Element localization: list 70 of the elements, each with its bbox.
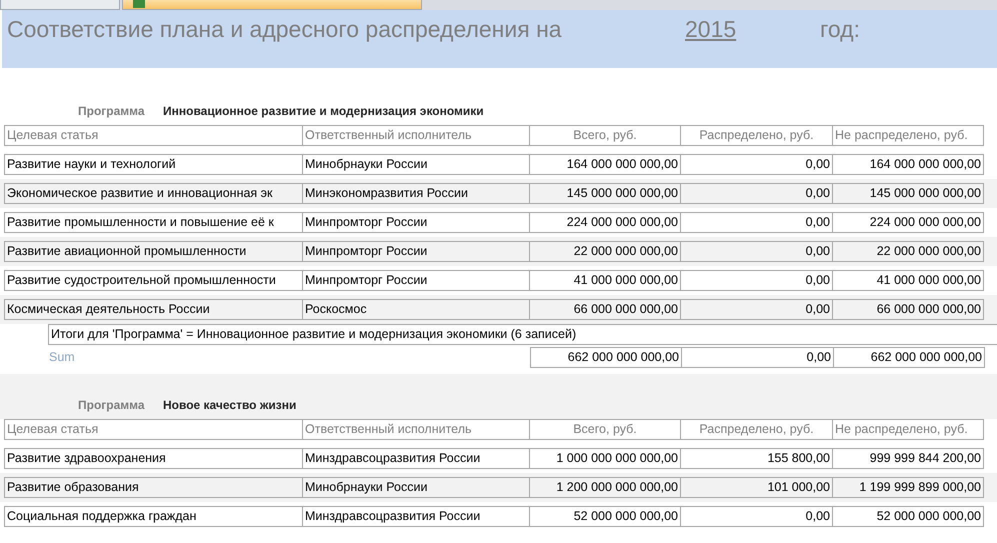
sum-label: Sum bbox=[48, 349, 76, 366]
group-value: Инновационное развитие и модернизация экономики bbox=[163, 104, 484, 118]
column-header: Всего, руб. bbox=[529, 125, 681, 146]
sum-cell: 0,00 bbox=[681, 347, 834, 368]
table-cell: 0,00 bbox=[680, 270, 833, 291]
table-cell: Развитие судостроительной промышленности bbox=[4, 270, 303, 291]
sum-cell: 662 000 000 000,00 bbox=[530, 347, 682, 368]
table-cell: 0,00 bbox=[680, 299, 833, 320]
table-cell: 41 000 000 000,00 bbox=[529, 270, 681, 291]
table-cell: 66 000 000 000,00 bbox=[529, 299, 681, 320]
report-title: Соответствие плана и адресного распределения на bbox=[7, 16, 563, 43]
column-header: Ответственный исполнитель bbox=[302, 125, 530, 146]
table-cell: Минобрнауки России bbox=[302, 477, 530, 498]
column-header: Всего, руб. bbox=[529, 419, 681, 440]
group-label: Программа bbox=[78, 104, 146, 118]
table-cell: 0,00 bbox=[680, 241, 833, 262]
table-cell: 0,00 bbox=[680, 506, 833, 527]
group-value: Новое качество жизни bbox=[163, 398, 296, 412]
table-cell: 155 800,00 bbox=[680, 448, 833, 469]
table-cell: Развитие здравоохранения bbox=[4, 448, 303, 469]
group-label: Программа bbox=[78, 398, 146, 412]
table-cell: Экономическое развитие и инновационная эк bbox=[4, 183, 303, 204]
table-cell: Развитие образования bbox=[4, 477, 303, 498]
table-cell: 224 000 000 000,00 bbox=[832, 212, 984, 233]
table-cell: 52 000 000 000,00 bbox=[529, 506, 681, 527]
table-cell: 1 000 000 000 000,00 bbox=[529, 448, 681, 469]
table-cell: Минпромторг России bbox=[302, 270, 530, 291]
column-header: Не распределено, руб. bbox=[832, 125, 984, 146]
table-cell: Социальная поддержка граждан bbox=[4, 506, 303, 527]
table-cell: 0,00 bbox=[680, 183, 833, 204]
table-cell: Минпромторг России bbox=[302, 212, 530, 233]
year-value: 2015 bbox=[685, 16, 738, 43]
table-cell: 145 000 000 000,00 bbox=[529, 183, 681, 204]
table-cell: 164 000 000 000,00 bbox=[529, 154, 681, 175]
year-label: год: bbox=[820, 16, 860, 43]
table-cell: Развитие авиационной промышленности bbox=[4, 241, 303, 262]
table-cell: 145 000 000 000,00 bbox=[832, 183, 984, 204]
table-cell: 101 000,00 bbox=[680, 477, 833, 498]
table-cell: 0,00 bbox=[680, 154, 833, 175]
column-header: Целевая статья bbox=[4, 125, 303, 146]
table-cell: 1 199 999 899 000,00 bbox=[832, 477, 984, 498]
table-cell: 224 000 000 000,00 bbox=[529, 212, 681, 233]
table-cell: 66 000 000 000,00 bbox=[832, 299, 984, 320]
table-cell: Космическая деятельность России bbox=[4, 299, 303, 320]
column-header: Целевая статья bbox=[4, 419, 303, 440]
column-header: Не распределено, руб. bbox=[832, 419, 984, 440]
table-cell: Минздравсоцразвития России bbox=[302, 506, 530, 527]
table-cell: 22 000 000 000,00 bbox=[832, 241, 984, 262]
table-cell: 22 000 000 000,00 bbox=[529, 241, 681, 262]
table-cell: 164 000 000 000,00 bbox=[832, 154, 984, 175]
sum-cell: 662 000 000 000,00 bbox=[833, 347, 985, 368]
table-cell: Минздравсоцразвития России bbox=[302, 448, 530, 469]
column-header: Ответственный исполнитель bbox=[302, 419, 530, 440]
table-cell: Минобрнауки России bbox=[302, 154, 530, 175]
group-summary: Итоги для 'Программа' = Инновационное развитие и модернизация экономики (6 записей) bbox=[48, 324, 997, 345]
table-cell: 41 000 000 000,00 bbox=[832, 270, 984, 291]
table-cell: Минпромторг России bbox=[302, 241, 530, 262]
table-cell: Развитие науки и технологий bbox=[4, 154, 303, 175]
document-tab[interactable] bbox=[122, 0, 422, 10]
column-header: Распределено, руб. bbox=[680, 125, 833, 146]
table-cell: Минэкономразвития России bbox=[302, 183, 530, 204]
column-header: Распределено, руб. bbox=[680, 419, 833, 440]
document-tab[interactable] bbox=[0, 0, 120, 10]
table-cell: 0,00 bbox=[680, 212, 833, 233]
table-cell: 999 999 844 200,00 bbox=[832, 448, 984, 469]
table-cell: Развитие промышленности и повышение её к bbox=[4, 212, 303, 233]
table-cell: 52 000 000 000,00 bbox=[832, 506, 984, 527]
table-cell: 1 200 000 000 000,00 bbox=[529, 477, 681, 498]
report-icon bbox=[133, 0, 145, 8]
table-cell: Роскосмос bbox=[302, 299, 530, 320]
